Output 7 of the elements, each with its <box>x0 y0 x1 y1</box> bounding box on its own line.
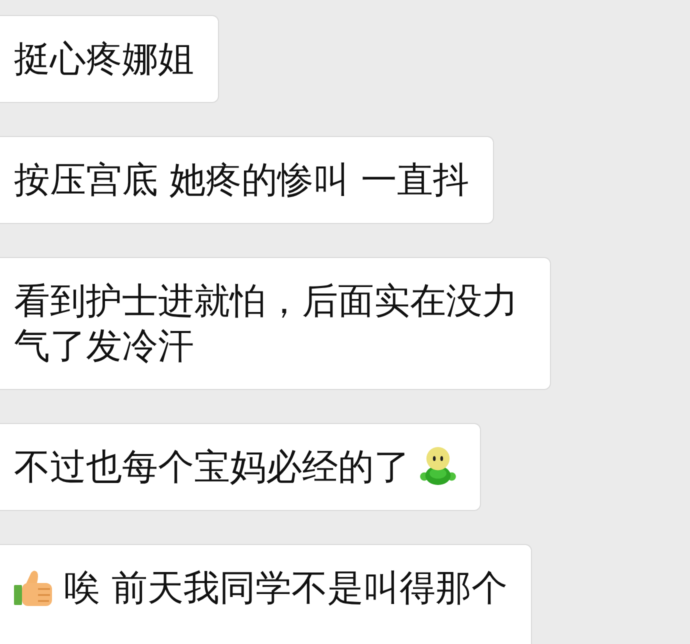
message-text: 唉 前天我同学不是叫得那个 <box>64 568 508 609</box>
message-text: 看到护士进就怕，后面实在没力气了发冷汗 <box>14 281 518 367</box>
message-text: 按压宫底 她疼的惨叫 一直抖 <box>14 160 469 201</box>
figure-icon <box>420 447 456 485</box>
thumbs-up-icon <box>14 570 52 606</box>
message-text: 挺心疼娜姐 <box>14 39 194 80</box>
message-text: 不过也每个宝妈必经的了 <box>14 447 410 488</box>
